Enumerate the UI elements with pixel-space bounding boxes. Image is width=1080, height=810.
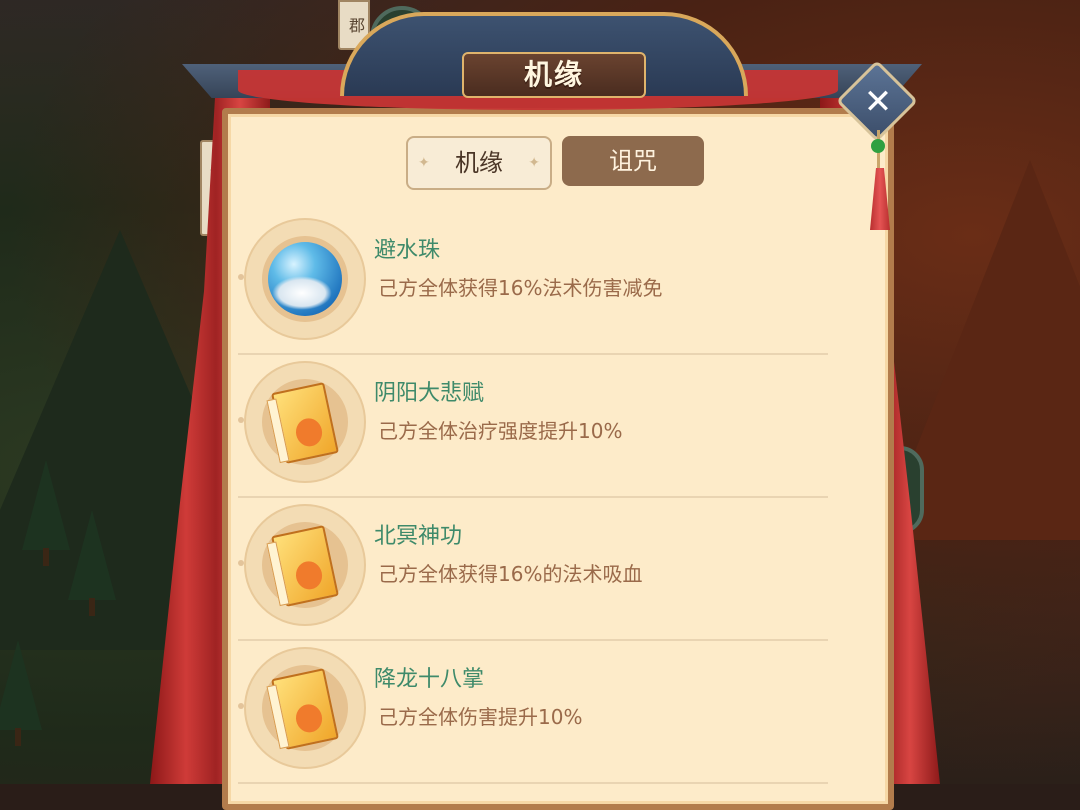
- diamond-icon: ✦: [418, 155, 430, 171]
- secret-book-icon: [271, 668, 339, 750]
- item-icon-frame: [244, 647, 366, 769]
- diamond-icon: ✦: [528, 155, 540, 171]
- item-icon-bg: [262, 665, 348, 751]
- panel-title: 机缘: [462, 52, 646, 98]
- tab-label: 诅咒: [609, 147, 657, 175]
- tree: [68, 510, 116, 616]
- item-icon-frame: [244, 218, 366, 340]
- fortune-list: 避水珠 己方全体获得16%法术伤害减免 阴阳大悲赋 己方全体治疗强度提升10% …: [238, 212, 828, 784]
- list-item[interactable]: 北冥神功 己方全体获得16%的法术吸血: [238, 498, 828, 641]
- item-name: 北冥神功: [374, 524, 463, 549]
- item-name: 降龙十八掌: [374, 667, 485, 692]
- item-desc: 己方全体治疗强度提升10%: [378, 419, 623, 443]
- item-name: 避水珠: [374, 238, 441, 263]
- tab-fortune[interactable]: ✦ 机缘 ✦: [406, 136, 552, 190]
- secret-book-icon: [271, 525, 339, 607]
- water-orb-icon: [268, 242, 342, 316]
- tab-label: 机缘: [455, 149, 503, 177]
- secret-book-icon: [271, 382, 339, 464]
- item-icon-bg: [262, 379, 348, 465]
- list-item[interactable]: 阴阳大悲赋 己方全体治疗强度提升10%: [238, 355, 828, 498]
- tree: [22, 460, 70, 566]
- list-item[interactable]: 降龙十八掌 己方全体伤害提升10%: [238, 641, 828, 784]
- item-icon-frame: [244, 504, 366, 626]
- list-item[interactable]: 避水珠 己方全体获得16%法术伤害减免: [238, 212, 828, 355]
- item-icon-frame: [244, 361, 366, 483]
- item-icon-bg: [262, 236, 348, 322]
- tab-curse[interactable]: 诅咒: [562, 136, 704, 186]
- item-desc: 己方全体伤害提升10%: [378, 705, 583, 729]
- item-icon-bg: [262, 522, 348, 608]
- tassel-bead: [871, 139, 885, 153]
- close-x-icon[interactable]: ✕: [852, 76, 904, 128]
- item-name: 阴阳大悲赋: [374, 381, 485, 406]
- tree: [0, 640, 42, 746]
- item-desc: 己方全体获得16%法术伤害减免: [378, 276, 663, 300]
- item-desc: 己方全体获得16%的法术吸血: [378, 562, 643, 586]
